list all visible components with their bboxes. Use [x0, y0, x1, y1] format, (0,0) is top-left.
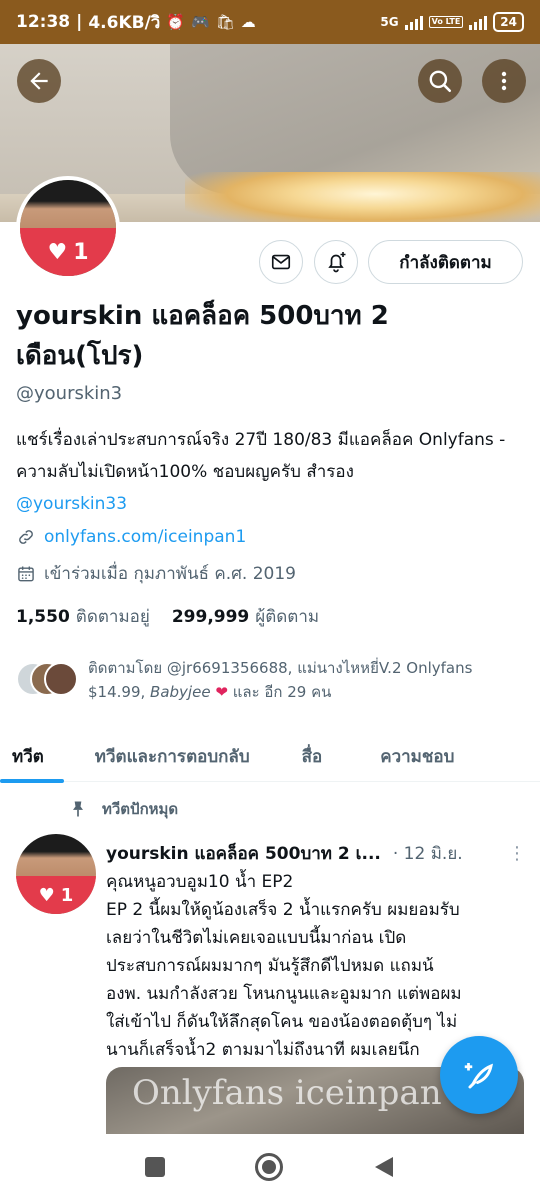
- tweet-more-icon[interactable]: ⋮: [508, 843, 526, 864]
- profile-display-name: yourskin แอคล็อค 500บาท 2 เดือน(โปร): [16, 301, 389, 371]
- search-icon: [429, 70, 452, 93]
- message-button[interactable]: [259, 240, 303, 284]
- tweet-text[interactable]: คุณหนูอวบอูม10 น้ำ EP2 EP 2 นี้ผมให้ดูน้…: [106, 868, 526, 1064]
- tab-likes[interactable]: ความชอบ: [380, 730, 454, 782]
- profile-joined-date: เข้าร่วมเมื่อ กุมภาพันธ์ ค.ศ. 2019: [44, 564, 296, 584]
- followers-stat[interactable]: 299,999 ผู้ติดตาม: [172, 603, 319, 630]
- alarm-icon: ⏰: [166, 13, 186, 31]
- avatar-heart-badge: ♥ 1: [20, 228, 116, 276]
- status-bar: 12:38 | 4.6KB/วิ ⏰ 🎮 🛍 ☁ 5G Vo LTE 24: [0, 0, 540, 44]
- battery-indicator: 24: [493, 12, 524, 32]
- tweet-header: yourskin แอคล็อค 500บาท 2 เ... · 12 มิ.ย…: [106, 840, 526, 867]
- shopping-icon: 🛍: [215, 13, 235, 31]
- profile-website-row: onlyfans.com/iceinpan1: [16, 527, 246, 547]
- tweet-date[interactable]: · 12 มิ.ย.: [393, 840, 463, 867]
- signal-icon-2: [469, 14, 488, 30]
- tweet-author-avatar[interactable]: ♥ 1: [16, 834, 96, 914]
- recents-button[interactable]: [145, 1157, 165, 1177]
- following-button[interactable]: กำลังติดตาม: [368, 240, 523, 284]
- status-data-speed: 4.6KB/วิ: [88, 12, 161, 33]
- pin-icon: [73, 801, 83, 817]
- follower-avatar: [44, 662, 78, 696]
- profile-tabs: ทวีต ทวีตและการตอบกลับ สื่อ ความชอบ: [0, 730, 540, 783]
- profile-website-link[interactable]: onlyfans.com/iceinpan1: [44, 527, 246, 547]
- tab-tweets[interactable]: ทวีต: [0, 730, 64, 783]
- envelope-icon: [271, 254, 291, 270]
- profile-stats: 1,550 ติดตามอยู่ 299,999 ผู้ติดตาม: [16, 603, 319, 630]
- status-time: 12:38: [16, 12, 71, 32]
- profile-bio: แชร์เรื่องเล่าประสบการณ์จริง 27ปี 180/83…: [16, 424, 526, 520]
- pinned-label: ทวีตปักหมุด: [102, 800, 179, 818]
- compose-tweet-button[interactable]: [440, 1036, 518, 1114]
- heart-icon: ❤: [215, 683, 228, 701]
- media-watermark: Onlyfans iceinpan: [132, 1073, 442, 1113]
- more-vertical-icon: [501, 71, 507, 91]
- profile-joined-row: เข้าร่วมเมื่อ กุมภาพันธ์ ค.ศ. 2019: [16, 560, 296, 587]
- more-options-button[interactable]: [482, 59, 526, 103]
- followed-by-row[interactable]: ติดตามโดย @jr6691356688, แม่นางไหหยี่V.2…: [16, 656, 526, 704]
- home-button[interactable]: [255, 1153, 283, 1181]
- notification-button[interactable]: [314, 240, 358, 284]
- follower-avatars: [16, 662, 78, 702]
- calendar-icon: [18, 566, 34, 581]
- bio-mention-link[interactable]: @yourskin33: [16, 494, 127, 514]
- avatar-heart-badge: ♥ 1: [16, 876, 96, 914]
- tab-tweets-and-replies[interactable]: ทวีตและการตอบกลับ: [95, 730, 250, 782]
- bell-plus-icon: [328, 252, 346, 273]
- tab-media[interactable]: สื่อ: [302, 730, 323, 782]
- cloud-icon: ☁: [240, 13, 256, 31]
- heart-icon: ♥: [38, 884, 55, 906]
- tweet-author-name[interactable]: yourskin แอคล็อค 500บาท 2 เ...: [106, 840, 381, 867]
- network-5g-label: 5G: [380, 15, 399, 29]
- search-button[interactable]: [418, 59, 462, 103]
- link-icon: [19, 530, 33, 544]
- heart-icon: ♥: [47, 239, 68, 265]
- followed-by-text: ติดตามโดย @jr6691356688, แม่นางไหหยี่V.2…: [88, 659, 473, 701]
- back-button[interactable]: [17, 59, 61, 103]
- pinned-label-row: ทวีตปักหมุด: [68, 797, 178, 821]
- game-icon: 🎮: [191, 13, 210, 31]
- system-nav-bar: [0, 1134, 540, 1200]
- back-triangle-icon[interactable]: [373, 1155, 395, 1179]
- profile-handle: @yourskin3: [16, 383, 123, 404]
- volte-badge: Vo LTE: [428, 16, 464, 28]
- compose-feather-icon: [464, 1063, 494, 1089]
- bio-text: แชร์เรื่องเล่าประสบการณ์จริง 27ปี 180/83…: [16, 430, 506, 482]
- signal-icon: [404, 14, 423, 30]
- profile-avatar[interactable]: ♥ 1: [16, 176, 120, 280]
- following-stat[interactable]: 1,550 ติดตามอยู่: [16, 603, 150, 630]
- back-arrow-icon: [30, 72, 48, 90]
